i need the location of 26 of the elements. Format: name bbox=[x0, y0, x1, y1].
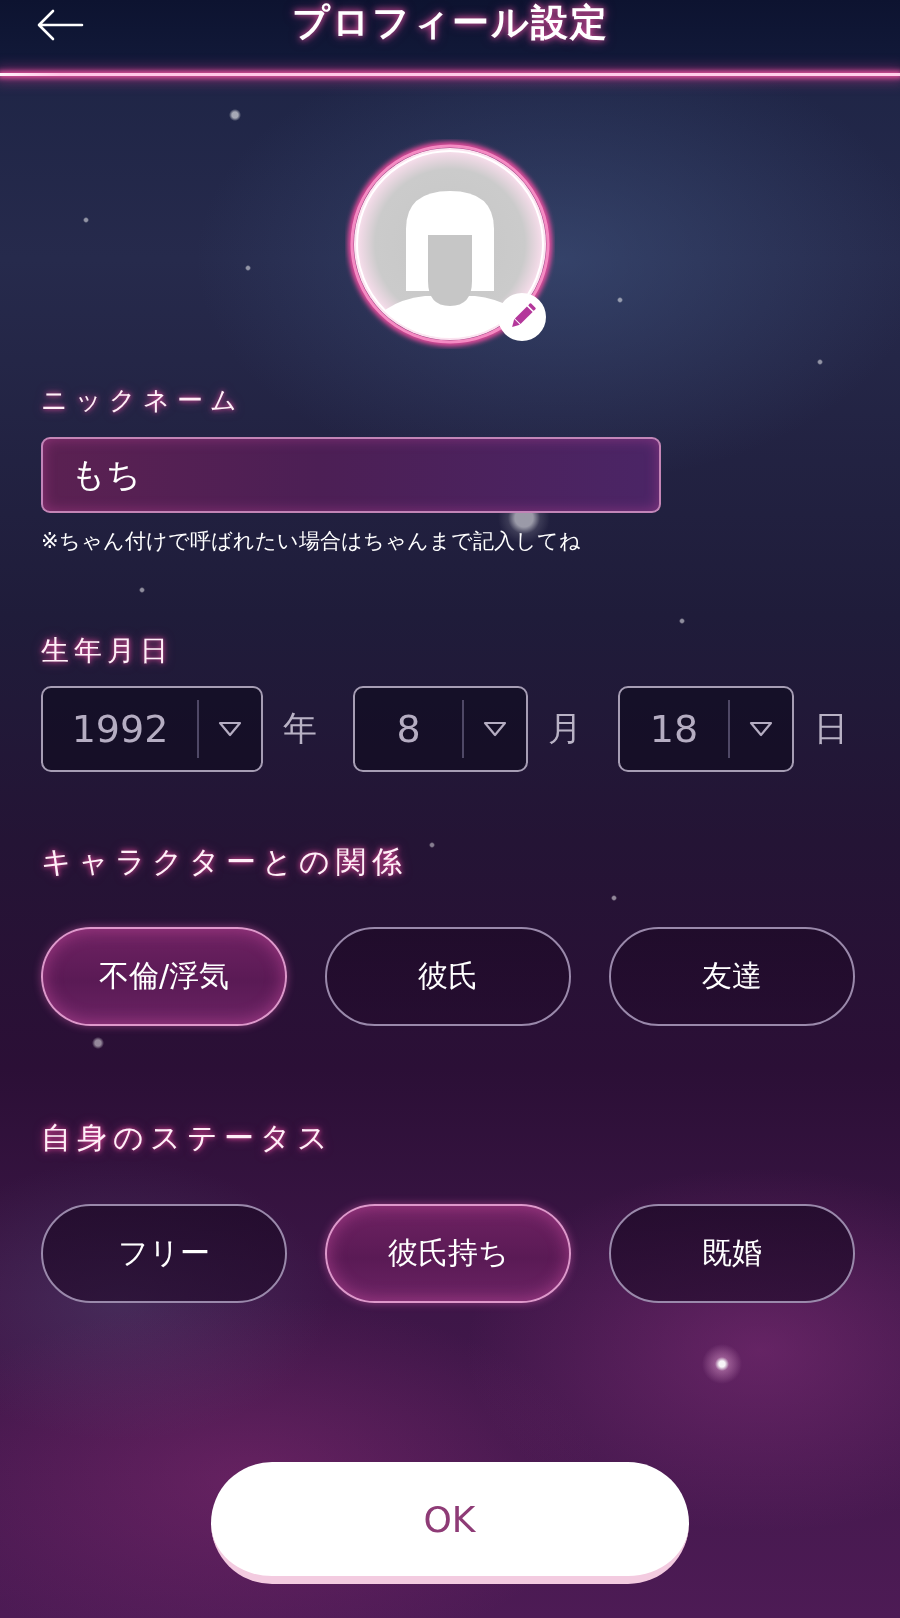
relationship-option-button[interactable]: 不倫/浮気 bbox=[41, 927, 287, 1026]
section-label: 生年月日 bbox=[41, 634, 173, 668]
pencil-icon[interactable] bbox=[497, 292, 547, 342]
section-label: 自身のステータス bbox=[41, 1120, 334, 1156]
nickname-field[interactable]: もち bbox=[41, 437, 661, 513]
screen-title: プロフィール設定 bbox=[291, 0, 609, 46]
unit-label: 月 bbox=[548, 707, 582, 750]
date-dropdown[interactable]: 18 bbox=[618, 686, 794, 772]
status-option-button[interactable]: 既婚 bbox=[609, 1204, 855, 1303]
caret-down-icon bbox=[218, 721, 242, 737]
unit-label: 年 bbox=[283, 707, 317, 750]
hint-text: ※ちゃん付けで呼ばれたい場合はちゃんまで記入してね bbox=[41, 528, 581, 555]
status-option-button[interactable]: 彼氏持ち bbox=[325, 1204, 571, 1303]
caret-down-icon bbox=[749, 721, 773, 737]
date-dropdown[interactable]: 8 bbox=[353, 686, 528, 772]
ok-button[interactable]: OK bbox=[210, 1462, 689, 1584]
section-label: キャラクターとの関係 bbox=[41, 844, 408, 880]
relationship-option-button[interactable]: 彼氏 bbox=[325, 927, 571, 1026]
section-label: ニックネーム bbox=[41, 384, 244, 416]
date-dropdown[interactable]: 1992 bbox=[41, 686, 263, 772]
status-option-button[interactable]: フリー bbox=[41, 1204, 287, 1303]
avatar-silhouette[interactable] bbox=[345, 139, 555, 349]
caret-down-icon bbox=[483, 721, 507, 737]
back-arrow-icon[interactable] bbox=[36, 8, 84, 42]
unit-label: 日 bbox=[814, 707, 848, 750]
relationship-option-button[interactable]: 友達 bbox=[609, 927, 855, 1026]
